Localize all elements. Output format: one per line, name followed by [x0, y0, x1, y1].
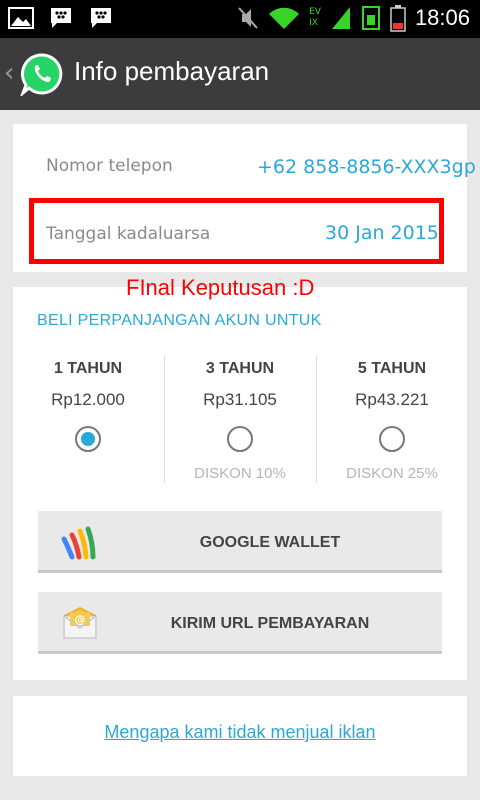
- annotation-text: FInal Keputusan :D: [126, 275, 315, 300]
- network-label-bottom: IX: [309, 18, 318, 28]
- phone-label: Nomor telepon: [46, 156, 173, 176]
- plan-name: 3 TAHUN: [205, 360, 275, 377]
- plan-radio[interactable]: [227, 426, 253, 452]
- plan-price: Rp43.221: [355, 390, 429, 409]
- plan-price: Rp12.000: [51, 390, 125, 409]
- svg-text:@: @: [75, 613, 86, 626]
- plan-1-year[interactable]: 1 TAHUN Rp12.000: [13, 355, 163, 484]
- email-envelope-icon: @: [63, 607, 97, 639]
- gallery-icon: [8, 7, 34, 29]
- plan-radio[interactable]: [379, 426, 405, 452]
- system-icons: EV IX 18:06: [237, 4, 470, 32]
- highlight-annotation-box: [29, 198, 444, 264]
- signal-icon: [331, 7, 350, 29]
- whatsapp-logo-icon[interactable]: [20, 52, 64, 96]
- page-title: Info pembayaran: [74, 56, 270, 86]
- wifi-icon: [269, 7, 300, 29]
- plan-discount: DISKON 10%: [194, 465, 286, 482]
- mute-icon: [238, 7, 258, 29]
- clock: 18:06: [414, 5, 470, 30]
- google-wallet-button[interactable]: GOOGLE WALLET: [38, 511, 442, 573]
- sim-signal-icon: [361, 6, 380, 30]
- send-payment-url-label: KIRIM URL PEMBAYARAN: [170, 615, 370, 632]
- plan-3-year[interactable]: 3 TAHUN Rp31.105 DISKON 10%: [165, 355, 315, 484]
- plan-price: Rp31.105: [203, 390, 277, 409]
- back-chevron-icon[interactable]: ‹: [4, 59, 14, 87]
- plan-radio-selected[interactable]: [75, 426, 101, 452]
- google-wallet-label: GOOGLE WALLET: [199, 534, 341, 551]
- bbm-icon: [51, 8, 71, 28]
- send-payment-url-button[interactable]: @ KIRIM URL PEMBAYARAN: [38, 592, 442, 654]
- google-wallet-icon: [61, 526, 96, 560]
- plan-discount: DISKON 25%: [346, 465, 438, 482]
- action-bar: ‹ Info pembayaran: [0, 38, 480, 110]
- renewal-heading: BELI PERPANJANGAN AKUN UNTUK: [37, 312, 322, 329]
- plan-discount: [13, 464, 163, 484]
- why-no-ads-link[interactable]: Mengapa kami tidak menjual iklan: [13, 722, 467, 743]
- plan-5-year[interactable]: 5 TAHUN Rp43.221 DISKON 25%: [317, 355, 467, 484]
- notification-icons: [8, 6, 114, 30]
- network-label-top: EV: [309, 7, 321, 17]
- battery-icon: [390, 5, 406, 32]
- network-type-label: EV IX: [309, 7, 321, 29]
- status-bar: EV IX 18:06: [0, 0, 480, 38]
- phone-value: +62 858-8856-XXX3gp: [257, 156, 476, 178]
- ads-info-card: Mengapa kami tidak menjual iklan: [13, 696, 467, 776]
- plan-name: 5 TAHUN: [357, 360, 427, 377]
- plan-name: 1 TAHUN: [53, 360, 123, 377]
- bbm-icon-2: [91, 8, 111, 28]
